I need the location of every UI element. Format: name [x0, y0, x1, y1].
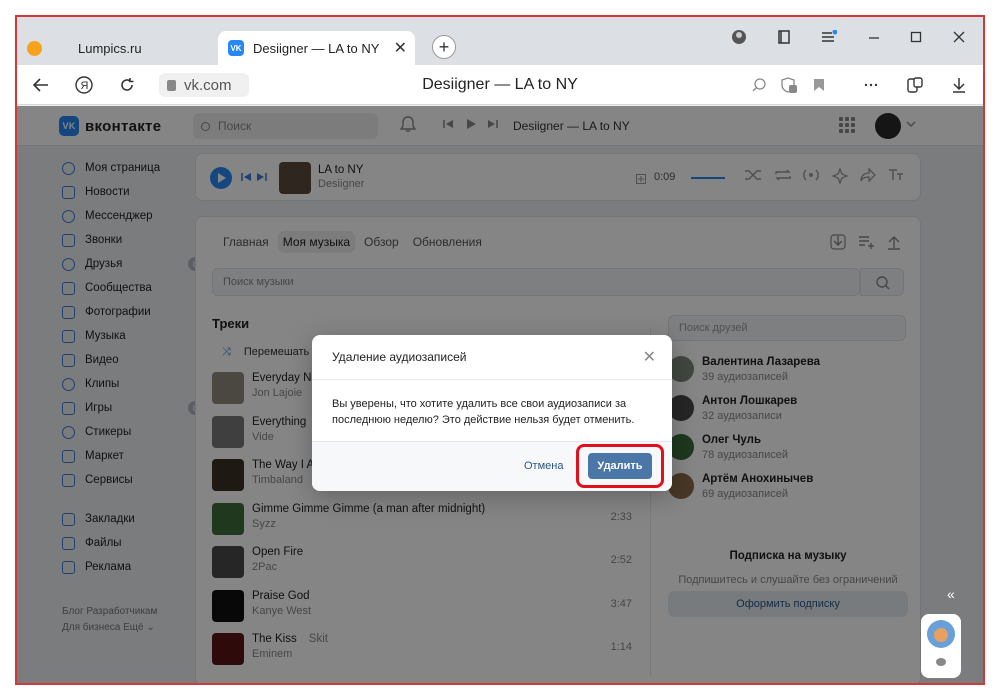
- dialog-divider: [312, 379, 672, 380]
- chat-icon: [936, 658, 946, 666]
- browser-window: Lumpics.ru VK Desiigner — LA to NY ✕ + Я…: [15, 15, 985, 685]
- tab-lumpics[interactable]: Lumpics.ru: [27, 31, 217, 65]
- delete-audio-dialog: Удаление аудиозаписей ✕ Вы уверены, что …: [312, 335, 672, 491]
- dialog-footer: Отмена Удалить: [312, 441, 672, 491]
- vk-favicon-icon: VK: [228, 40, 244, 56]
- tab-title: Lumpics.ru: [78, 40, 142, 56]
- collapse-icon[interactable]: «: [947, 586, 955, 602]
- url-text: vk.com: [184, 76, 232, 94]
- svg-text:Я: Я: [81, 80, 89, 92]
- close-window-icon[interactable]: [947, 27, 971, 47]
- shield-icon[interactable]: [777, 73, 801, 97]
- download-icon[interactable]: [947, 73, 971, 97]
- profile-icon[interactable]: [727, 27, 751, 47]
- lumpics-favicon-icon: [27, 40, 42, 56]
- address-bar: Я vk.com Desiigner — LA to NY: [17, 65, 983, 105]
- chat-widget[interactable]: [921, 614, 961, 678]
- dialog-message: Вы уверены, что хотите удалить все свои …: [332, 398, 635, 426]
- close-icon[interactable]: ✕: [643, 347, 656, 367]
- close-tab-icon[interactable]: ✕: [394, 38, 407, 58]
- minimize-icon[interactable]: [862, 27, 886, 47]
- zoom-icon[interactable]: [747, 73, 771, 97]
- tab-title: Desiigner — LA to NY: [253, 40, 380, 56]
- extensions-icon[interactable]: [903, 73, 927, 97]
- delete-button[interactable]: Удалить: [588, 453, 652, 479]
- url-field[interactable]: vk.com: [159, 73, 249, 97]
- reload-icon[interactable]: [115, 73, 139, 97]
- dialog-title: Удаление аудиозаписей: [332, 350, 467, 364]
- collections-icon[interactable]: [772, 27, 796, 47]
- vk-page: VK вконтакте Поиск Desiigner — LA to NY: [17, 106, 983, 683]
- back-icon[interactable]: [29, 73, 53, 97]
- menu-icon[interactable]: [817, 27, 841, 47]
- new-tab-button[interactable]: +: [432, 35, 456, 59]
- bookmark-icon[interactable]: [807, 73, 831, 97]
- cancel-button[interactable]: Отмена: [524, 460, 563, 472]
- lock-icon: [167, 79, 176, 91]
- maximize-icon[interactable]: [904, 27, 928, 47]
- tab-vk-active[interactable]: VK Desiigner — LA to NY ✕: [218, 31, 415, 65]
- more-icon[interactable]: [859, 73, 883, 97]
- yandex-icon[interactable]: Я: [72, 73, 96, 97]
- tab-bar: Lumpics.ru VK Desiigner — LA to NY ✕ +: [17, 17, 983, 65]
- bear-mascot-icon: [927, 620, 955, 648]
